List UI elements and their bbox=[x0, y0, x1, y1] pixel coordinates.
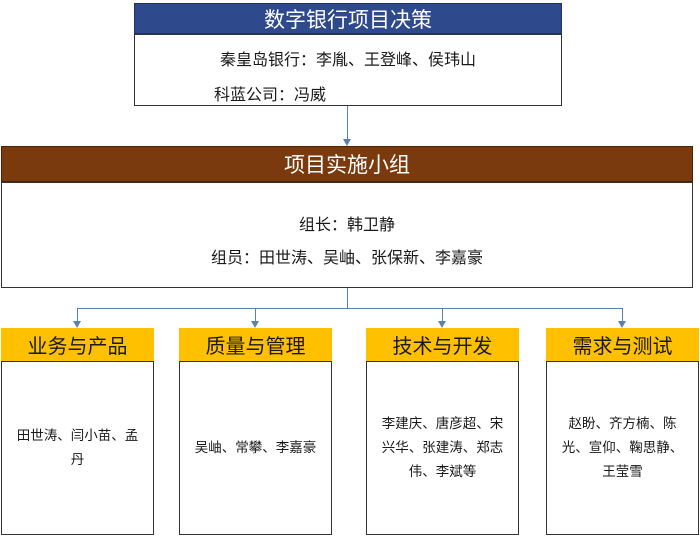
connector-drop-4 bbox=[622, 308, 623, 321]
group-title: 项目实施小组 bbox=[1, 146, 693, 182]
division-title-text: 技术与开发 bbox=[392, 334, 493, 358]
division-members: 吴岫、常攀、李嘉豪 bbox=[194, 440, 317, 456]
decision-line-bank: 秦皇岛银行：李胤、王登峰、侯玮山 bbox=[219, 50, 476, 69]
arrow-to-group bbox=[343, 139, 351, 146]
division-body-quality: 吴岫、常攀、李嘉豪 bbox=[179, 361, 332, 535]
division-title-text: 质量与管理 bbox=[205, 334, 306, 358]
decision-title-text: 数字银行项目决策 bbox=[264, 7, 432, 32]
division-body-requirements: 赵盼、齐方楠、陈光、宣仰、鞠思静、王莹雪 bbox=[546, 361, 699, 535]
connector-drop-3 bbox=[442, 308, 443, 321]
division-title-business: 业务与产品 bbox=[1, 328, 154, 361]
division-body-business: 田世涛、闫小苗、孟丹 bbox=[1, 361, 154, 535]
connector-top-mid bbox=[347, 106, 348, 139]
arrow-to-division-2 bbox=[251, 321, 259, 328]
group-title-text: 项目实施小组 bbox=[284, 153, 410, 177]
decision-body: 秦皇岛银行：李胤、王登峰、侯玮山 科蓝公司：冯威 bbox=[134, 34, 562, 106]
group-body: 组长：韩卫静 组员：田世涛、吴岫、张保新、李嘉豪 bbox=[1, 182, 693, 288]
connector-drop-1 bbox=[77, 308, 78, 321]
decision-line-vendor: 科蓝公司：冯威 bbox=[214, 85, 327, 104]
division-members: 李建庆、唐彦超、宋兴华、张建涛、郑志伟、李斌等 bbox=[381, 416, 504, 480]
division-title-text: 业务与产品 bbox=[27, 334, 128, 358]
division-title-requirements: 需求与测试 bbox=[546, 328, 699, 361]
division-title-text: 需求与测试 bbox=[572, 334, 673, 358]
arrow-to-division-1 bbox=[73, 321, 81, 328]
connector-horizontal-bus bbox=[77, 308, 623, 309]
division-title-quality: 质量与管理 bbox=[179, 328, 332, 361]
division-title-tech: 技术与开发 bbox=[366, 328, 519, 361]
connector-mid-trunk bbox=[347, 288, 348, 308]
division-members: 赵盼、齐方楠、陈光、宣仰、鞠思静、王莹雪 bbox=[561, 416, 684, 480]
division-body-tech: 李建庆、唐彦超、宋兴华、张建涛、郑志伟、李斌等 bbox=[366, 361, 519, 535]
group-leader: 组长：韩卫静 bbox=[298, 215, 395, 234]
arrow-to-division-4 bbox=[618, 321, 626, 328]
group-members: 组员：田世涛、吴岫、张保新、李嘉豪 bbox=[210, 248, 483, 267]
connector-drop-2 bbox=[255, 308, 256, 321]
decision-title: 数字银行项目决策 bbox=[134, 3, 562, 34]
arrow-to-division-3 bbox=[438, 321, 446, 328]
division-members: 田世涛、闫小苗、孟丹 bbox=[16, 428, 139, 468]
